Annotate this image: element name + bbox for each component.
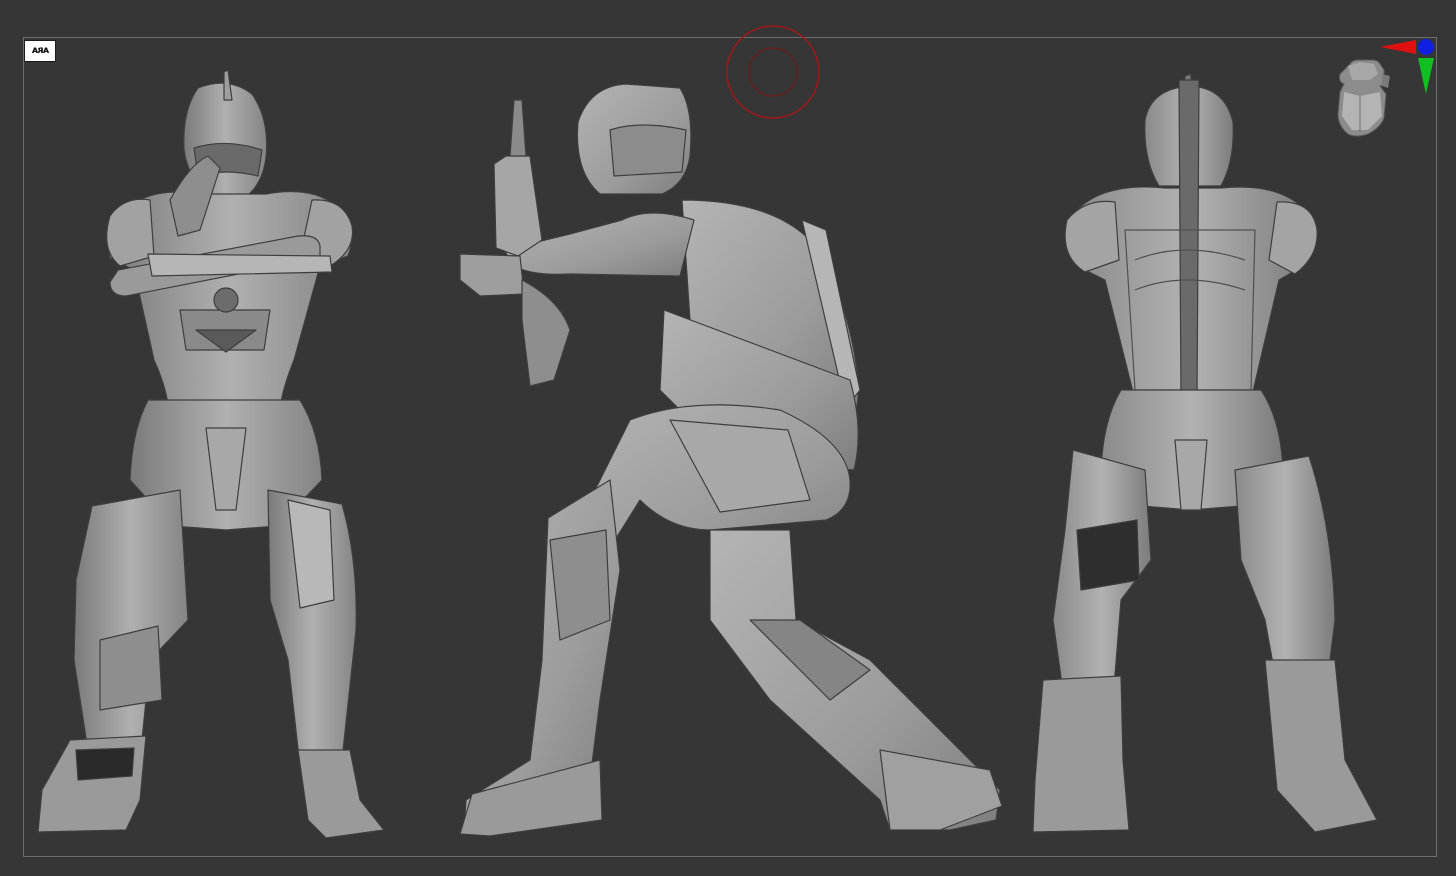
x-axis-arrow-icon [1380, 40, 1416, 54]
armored-figure-side[interactable] [450, 60, 1020, 850]
y-axis-arrow-icon [1418, 58, 1434, 94]
figures-icon[interactable]: ᴀᴙᴀ [24, 40, 56, 62]
armored-figure-front[interactable] [30, 60, 400, 850]
3d-viewport[interactable]: ᴀᴙᴀ [0, 0, 1456, 876]
armored-figure-back[interactable] [1025, 60, 1395, 850]
z-axis-dot-icon [1418, 39, 1434, 55]
